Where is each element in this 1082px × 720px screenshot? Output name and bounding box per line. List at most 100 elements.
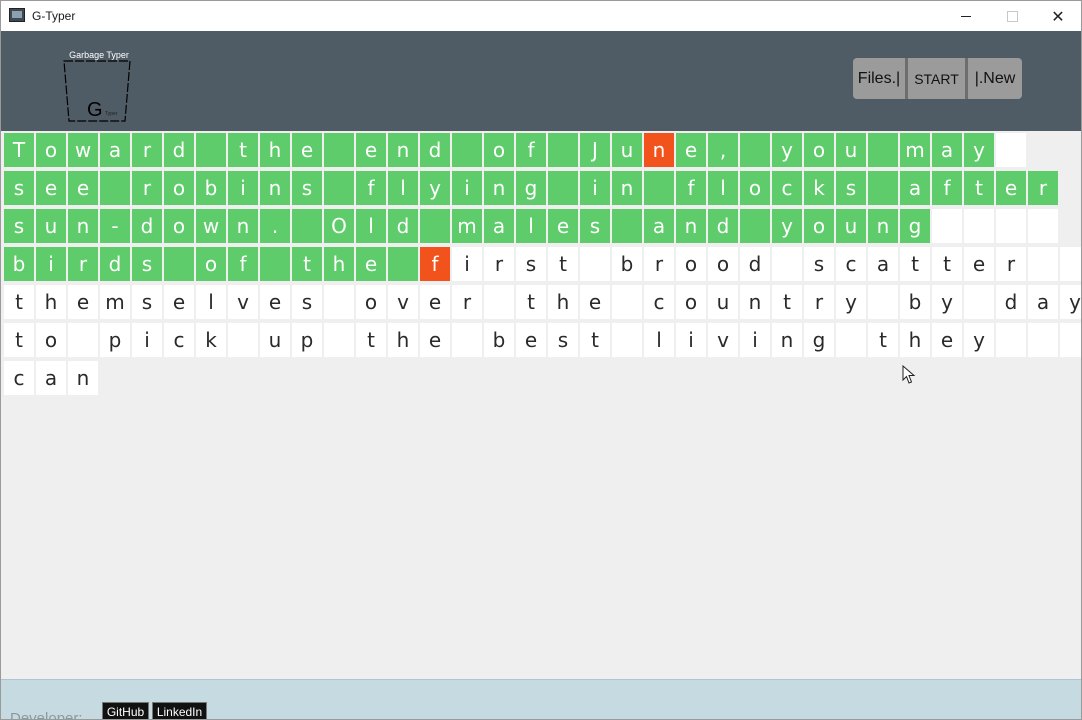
char-cell-correct: t <box>292 247 322 281</box>
char-cell-correct: s <box>4 209 34 243</box>
files-button[interactable]: Files.| <box>853 58 908 99</box>
maximize-button[interactable] <box>989 1 1035 31</box>
typing-area[interactable]: TowardtheendofJune,youmayseerobinsflying… <box>1 131 1081 679</box>
char-cell-pending: n <box>772 323 802 357</box>
char-cell-pending: r <box>484 247 514 281</box>
char-cell-correct <box>260 247 290 281</box>
char-cell-pending: l <box>644 323 674 357</box>
char-cell-correct: y <box>964 133 994 167</box>
char-cell-pending: e <box>964 247 994 281</box>
char-cell-correct <box>324 133 354 167</box>
char-cell-pending <box>452 323 482 357</box>
char-cell-correct: g <box>900 209 930 243</box>
char-cell-correct <box>548 171 578 205</box>
char-cell-correct <box>292 209 322 243</box>
maximize-icon <box>1006 10 1018 22</box>
char-cell-correct: o <box>164 209 194 243</box>
char-cell-correct: h <box>260 133 290 167</box>
text-line: TowardtheendofJune,youmay <box>4 133 1028 168</box>
char-cell-correct <box>420 209 450 243</box>
linkedin-button[interactable]: LinkedIn <box>152 702 207 719</box>
char-cell-pending: t <box>772 285 802 319</box>
char-cell-pending: y <box>836 285 866 319</box>
close-button[interactable]: ✕ <box>1035 1 1081 31</box>
text-line: seerobinsflyinginflocksafter <box>4 171 1060 206</box>
char-cell-pending <box>1060 247 1081 281</box>
char-cell-correct: y <box>772 209 802 243</box>
char-cell-pending <box>68 323 98 357</box>
char-cell-correct: t <box>228 133 258 167</box>
char-cell-correct: n <box>868 209 898 243</box>
char-cell-pending: i <box>740 323 770 357</box>
title-bar[interactable]: G-Typer ✕ <box>1 1 1081 31</box>
char-cell-correct: l <box>708 171 738 205</box>
char-cell-correct: k <box>804 171 834 205</box>
start-button[interactable]: START <box>908 58 968 99</box>
char-cell-correct <box>100 171 130 205</box>
char-cell-pending <box>324 285 354 319</box>
char-cell-correct: o <box>740 171 770 205</box>
char-cell-pending: u <box>260 323 290 357</box>
char-cell-correct: e <box>996 171 1026 205</box>
char-cell-pending: c <box>836 247 866 281</box>
char-cell-pending: y <box>1060 285 1081 319</box>
char-cell-pending: e <box>164 285 194 319</box>
char-cell-correct: b <box>4 247 34 281</box>
char-cell-pending: s <box>292 285 322 319</box>
char-cell-correct: l <box>388 171 418 205</box>
char-cell-pending: n <box>740 285 770 319</box>
char-cell-correct: d <box>164 133 194 167</box>
char-cell-pending: v <box>708 323 738 357</box>
char-cell-correct: y <box>772 133 802 167</box>
char-cell-correct: u <box>612 133 642 167</box>
char-cell-correct <box>868 171 898 205</box>
char-cell-pending: e <box>932 323 962 357</box>
char-cell-pending: l <box>196 285 226 319</box>
char-cell-correct: f <box>516 133 546 167</box>
char-cell-pending: m <box>100 285 130 319</box>
char-cell-pending <box>1028 323 1058 357</box>
new-button[interactable]: |.New <box>968 58 1022 99</box>
char-cell-pending: t <box>900 247 930 281</box>
char-cell-correct: u <box>836 209 866 243</box>
char-cell-pending: s <box>132 285 162 319</box>
char-cell-pending: a <box>36 361 66 395</box>
char-cell-correct: m <box>452 209 482 243</box>
char-cell-correct: a <box>100 133 130 167</box>
char-cell-pending: p <box>100 323 130 357</box>
char-cell-pending: k <box>196 323 226 357</box>
char-cell-pending <box>228 323 258 357</box>
char-cell-correct: b <box>196 171 226 205</box>
window-title: G-Typer <box>32 9 76 23</box>
char-cell-correct: s <box>580 209 610 243</box>
github-button[interactable]: GitHub <box>102 702 149 719</box>
char-cell-correct: a <box>900 171 930 205</box>
text-line: topickupthebestlivingthey <box>4 323 1081 358</box>
char-cell-pending: e <box>68 285 98 319</box>
char-cell-pending: o <box>708 247 738 281</box>
char-cell-correct: f <box>676 171 706 205</box>
char-cell-pending: b <box>612 247 642 281</box>
char-cell-pending: t <box>4 323 34 357</box>
char-cell-correct: , <box>708 133 738 167</box>
minimize-icon <box>961 15 971 17</box>
char-cell-correct <box>740 133 770 167</box>
char-cell-pending: e <box>260 285 290 319</box>
char-cell-pending: y <box>932 285 962 319</box>
char-cell-correct <box>164 247 194 281</box>
text-line: birdsofthefirstbroodscatter <box>4 247 1081 282</box>
char-cell-pending: t <box>868 323 898 357</box>
char-cell-pending <box>612 285 642 319</box>
minimize-button[interactable] <box>943 1 989 31</box>
logo-small-text: Typer <box>105 111 118 117</box>
char-cell-correct <box>324 171 354 205</box>
char-cell-correct <box>452 133 482 167</box>
char-cell-pending: n <box>68 361 98 395</box>
char-cell-correct: s <box>292 171 322 205</box>
char-cell-correct <box>548 133 578 167</box>
char-cell-correct: m <box>900 133 930 167</box>
char-cell-pending: t <box>516 285 546 319</box>
char-cell-correct: d <box>388 209 418 243</box>
char-cell-correct: - <box>100 209 130 243</box>
char-cell-correct: n <box>68 209 98 243</box>
